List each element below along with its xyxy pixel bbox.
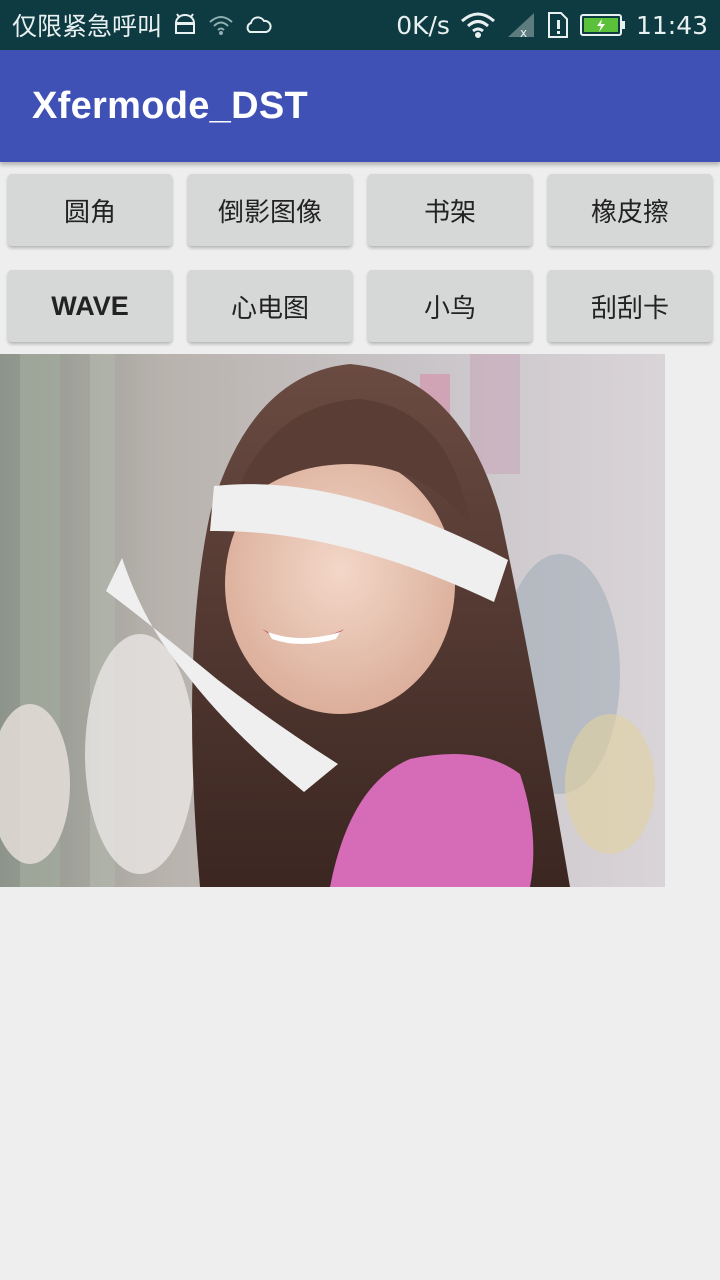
photo-illustration bbox=[0, 354, 665, 887]
bird-button[interactable]: 小鸟 bbox=[368, 270, 532, 342]
battery-icon bbox=[579, 12, 626, 38]
ecg-button[interactable]: 心电图 bbox=[188, 270, 352, 342]
weather-cloud-icon bbox=[244, 14, 272, 36]
eraser-button[interactable]: 橡皮擦 bbox=[548, 174, 712, 246]
status-right: 0K/s x 11:43 bbox=[396, 11, 708, 40]
button-grid: 圆角 倒影图像 书架 橡皮擦 WAVE 心电图 小鸟 刮刮卡 bbox=[8, 174, 712, 342]
net-speed: 0K/s bbox=[396, 10, 450, 40]
eraser-canvas-image[interactable] bbox=[0, 354, 665, 887]
carrier-text: 仅限紧急呼叫 bbox=[12, 12, 163, 41]
reflection-image-button[interactable]: 倒影图像 bbox=[188, 174, 352, 246]
status-left: 仅限紧急呼叫 bbox=[12, 7, 272, 43]
cellular-signal-icon: x bbox=[506, 11, 536, 39]
scratch-card-button[interactable]: 刮刮卡 bbox=[548, 270, 712, 342]
app-bar: Xfermode_DST bbox=[0, 50, 720, 162]
sim-alert-icon bbox=[546, 11, 570, 39]
wave-button[interactable]: WAVE bbox=[8, 270, 172, 342]
bookshelf-button[interactable]: 书架 bbox=[368, 174, 532, 246]
status-bar: 仅限紧急呼叫 0K/s x 11:43 bbox=[0, 0, 720, 50]
round-corner-button[interactable]: 圆角 bbox=[8, 174, 172, 246]
clock: 11:43 bbox=[635, 10, 708, 40]
svg-text:x: x bbox=[520, 26, 527, 39]
wifi-icon bbox=[460, 11, 496, 39]
android-icon bbox=[172, 13, 198, 37]
wifi-signal-icon bbox=[208, 14, 234, 36]
app-title: Xfermode_DST bbox=[32, 84, 309, 127]
